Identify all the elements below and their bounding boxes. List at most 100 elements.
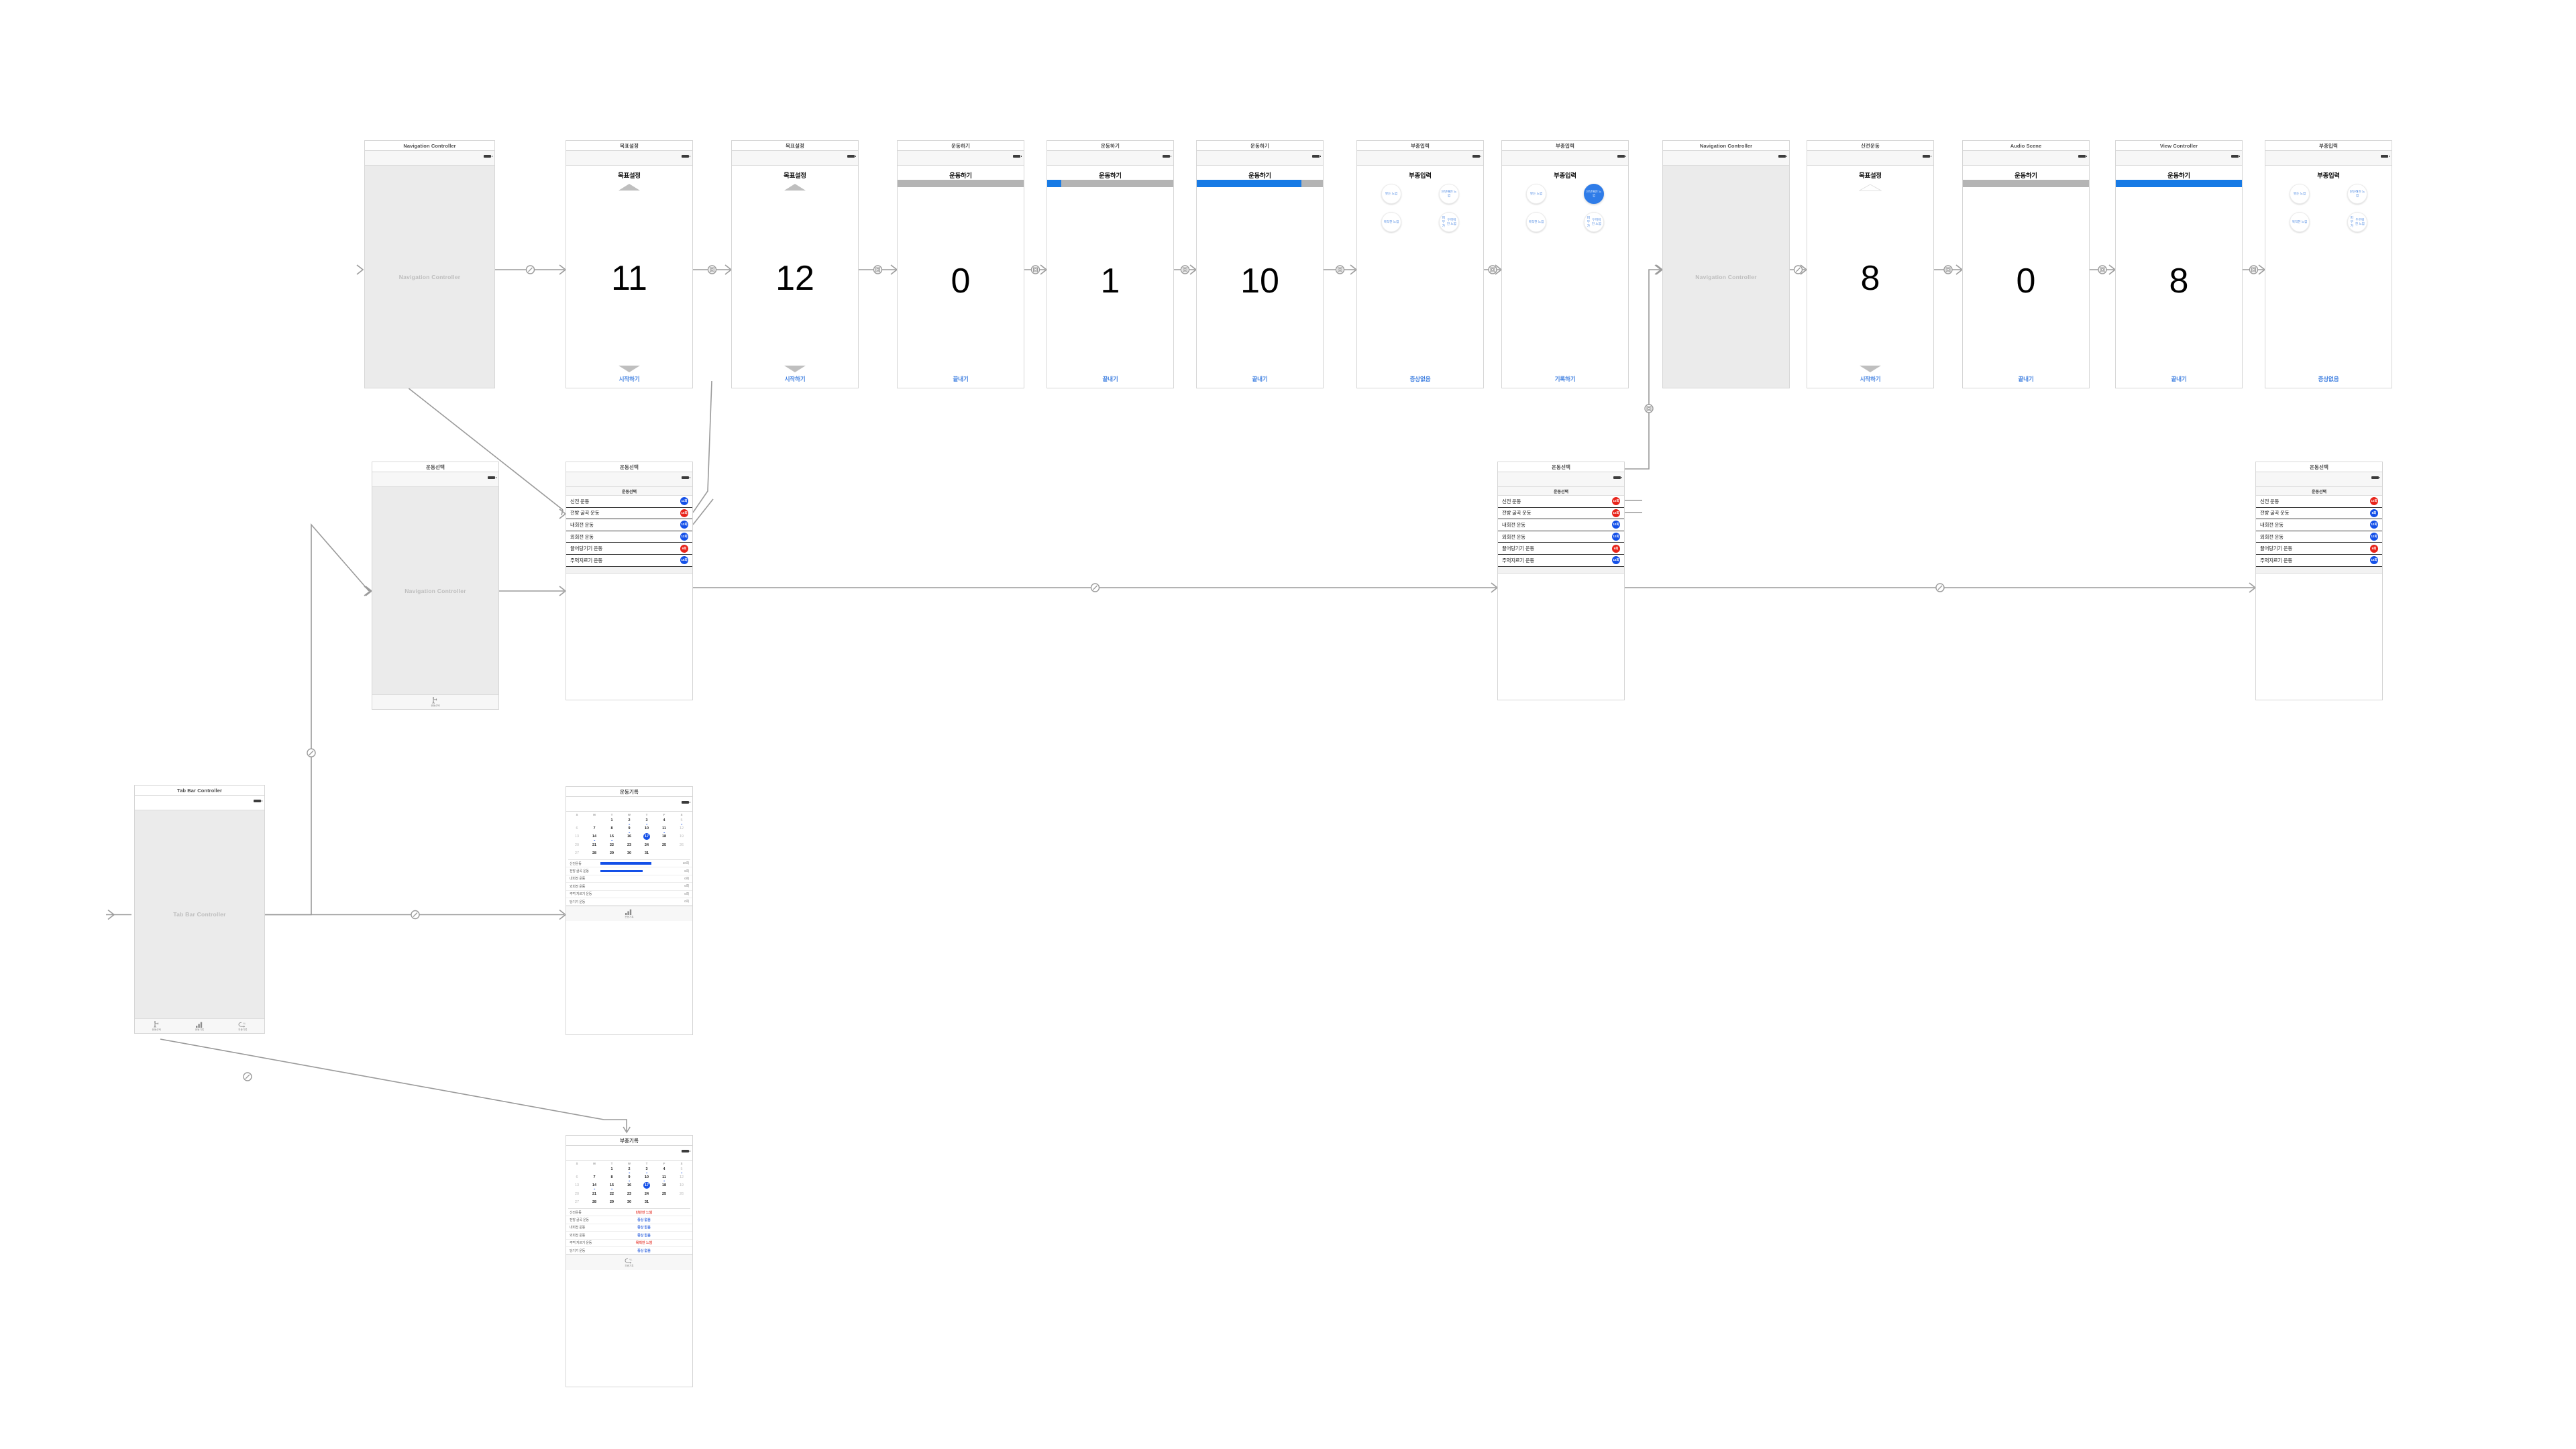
device-frame[interactable]: S M T W T F S 1 2 3 4 5 6 7 8 9 10 11 12 13 14 15 16 17 18 19 20 21… [566,1146,693,1387]
primary-action-button[interactable]: 끝내기 [1963,375,2089,388]
calendar-day[interactable]: 31 [638,849,655,857]
exercise-row-2[interactable]: 내회전 운동 12회 [566,519,692,531]
exercise-row-3[interactable]: 외회전 운동 12회 [1498,531,1624,543]
calendar-day[interactable]: 25 [655,1190,673,1198]
scene-list-c[interactable]: 운동선택 운동선택 신전 운동 10회 전방 굴곡 운동 8회 내회전 운동 1… [2255,462,2383,700]
calendar-day[interactable]: 23 [621,841,638,849]
scene-cal-edema[interactable]: 부종기록 S M T W T F S 1 2 3 4 5 6 7 8 9 10 11 12 13 14 15 16 17 18 1… [566,1135,693,1387]
calendar-day[interactable]: 28 [586,849,603,857]
calendar-day[interactable]: 16 [621,1181,638,1189]
device-frame[interactable]: 부종입력 붓는 느낌 단단해진 느낌 묵직한 느낌 피부가 두꺼워진 느낌 증상없음 [1356,151,1484,388]
scene-tabbarvc[interactable]: Tab Bar Controller Tab Bar Controller 운동… [134,785,265,1034]
primary-action-button[interactable]: 시작하기 [1807,375,1933,388]
exercise-row-3[interactable]: 외회전 운동 12회 [2256,531,2382,543]
primary-action-button[interactable]: 증상없음 [1357,375,1483,388]
calendar-day[interactable]: 10 [638,824,655,833]
exercise-list[interactable]: 신전 운동 11회 전방 굴곡 운동 10회 내회전 운동 12회 외회전 운동 [566,496,692,567]
tab-item-0[interactable]: 운동선택 [152,1021,161,1032]
device-frame[interactable]: 운동하기 0 끝내기 [1962,151,2090,388]
calendar-day[interactable] [586,1165,603,1173]
calendar-day[interactable]: 30 [621,849,638,857]
stepper-up-icon[interactable] [619,184,640,191]
exercise-row-4[interactable]: 끌어당기기 운동 9회 [566,543,692,555]
tab-item-1[interactable]: 운동기록 [625,909,634,919]
calendar-day[interactable]: 3 [638,816,655,825]
calendar-day[interactable]: 13 [568,833,586,841]
storyboard-canvas[interactable]: Navigation Controller Navigation Control… [0,0,2576,1449]
device-frame[interactable]: 운동하기 8 끝내기 [2115,151,2243,388]
calendar-day[interactable]: 21 [586,841,603,849]
edema-option-1[interactable]: 단단해진 느낌 [1584,184,1604,204]
exercise-list[interactable]: 신전 운동 10회 전방 굴곡 운동 8회 내회전 운동 12회 외회전 운동 [2256,496,2382,567]
calendar-day[interactable]: 20 [568,841,586,849]
calendar-day[interactable]: 21 [586,1190,603,1198]
device-frame[interactable]: S M T W T F S 1 2 3 4 5 6 7 8 9 10 11 12 13 14 15 16 17 18 19 20 21… [566,797,693,1035]
calendar-day[interactable]: 7 [586,1173,603,1181]
edema-option-0[interactable]: 붓는 느낌 [2290,184,2310,204]
tab-bar[interactable]: 운동선택 [372,694,498,709]
edema-option-1[interactable]: 단단해진 느낌 [2347,184,2367,204]
device-frame[interactable]: 부종입력 붓는 느낌 단단해진 느낌 묵직한 느낌 피부가 두꺼워진 느낌 증상없음 [2265,151,2392,388]
stepper-up-wrap[interactable] [732,180,858,191]
device-frame[interactable]: 운동하기 10 끝내기 [1196,151,1324,388]
calendar-day[interactable]: 22 [603,1190,621,1198]
exercise-row-5[interactable]: 주먹지르기 운동 15회 [1498,555,1624,567]
device-frame[interactable]: 목표설정 8 시작하기 [1807,151,1934,388]
exercise-row-2[interactable]: 내회전 운동 12회 [1498,519,1624,531]
calendar-day[interactable]: 30 [621,1198,638,1206]
scene-ex-10[interactable]: 운동하기 운동하기 10 끝내기 [1196,140,1324,388]
device-frame[interactable]: 운동하기 0 끝내기 [897,151,1024,388]
calendar-day[interactable] [655,1198,673,1206]
calendar-day[interactable] [568,816,586,824]
exercise-row-5[interactable]: 주먹지르기 운동 15회 [2256,555,2382,567]
device-frame[interactable]: 운동선택 신전 운동 11회 전방 굴곡 운동 10회 내회전 운동 12회 외… [566,472,693,700]
calendar-day[interactable]: 8 [603,1173,621,1181]
scene-cal-exercise[interactable]: 운동기록 S M T W T F S 1 2 3 4 5 6 7 8 9 10 11 12 13 14 15 16 17 18 1… [566,786,693,1035]
calendar-day[interactable]: 9 [621,824,638,833]
device-frame[interactable]: Navigation Controller [1662,151,1790,388]
edema-option-3[interactable]: 피부가 두꺼워진 느낌 [1584,212,1604,232]
edema-option-3[interactable]: 피부가 두꺼워진 느낌 [2347,212,2367,232]
stepper-up-wrap[interactable] [566,180,692,191]
calendar-day[interactable]: 3 [638,1165,655,1174]
calendar-day[interactable]: 11 [655,824,673,833]
tab-item-0[interactable]: 운동선택 [431,697,440,708]
primary-action-button[interactable]: 증상없음 [2265,375,2392,388]
scene-goal-11[interactable]: 목표설정 목표설정 11 시작하기 [566,140,693,388]
calendar-day[interactable]: 5 [673,1165,690,1174]
calendar-day[interactable]: 28 [586,1198,603,1206]
scene-edema-none[interactable]: 부종입력 부종입력 붓는 느낌 단단해진 느낌 묵직한 느낌 피부가 두꺼워진 느낌 증… [1356,140,1484,388]
device-frame[interactable]: 운동하기 1 끝내기 [1046,151,1174,388]
calendar-day[interactable] [568,1165,586,1173]
calendar-day[interactable]: 19 [673,833,690,841]
calendar-day-selected[interactable]: 17 [643,1182,650,1189]
calendar-day[interactable]: 27 [568,1198,586,1206]
primary-action-button[interactable]: 끝내기 [1047,375,1173,388]
edema-option-0[interactable]: 붓는 느낌 [1381,184,1401,204]
scene-nav-3[interactable]: 운동선택 Navigation Controller 운동선택 [372,462,499,710]
calendar-day[interactable]: 12 [673,824,690,833]
calendar-day[interactable]: 26 [673,1190,690,1198]
edema-option-0[interactable]: 붓는 느낌 [1526,184,1546,204]
tab-bar[interactable]: 부종기록 [566,1254,692,1271]
tab-item-2[interactable]: 부종기록 [238,1022,247,1032]
calendar-day[interactable]: 24 [638,841,655,849]
calendar-day[interactable]: 11 [655,1173,673,1182]
calendar-day[interactable] [655,849,673,857]
stepper-up-wrap[interactable] [1807,180,1933,191]
calendar-day[interactable]: 13 [568,1181,586,1189]
calendar-day[interactable]: 10 [638,1173,655,1181]
scene-nav-2[interactable]: Navigation Controller Navigation Control… [1662,140,1790,388]
exercise-row-1[interactable]: 전방 굴곡 운동 10회 [566,508,692,520]
scene-edema-none-2[interactable]: 부종입력 부종입력 붓는 느낌 단단해진 느낌 묵직한 느낌 피부가 두꺼워진 느낌 증… [2265,140,2392,388]
scene-ex-1[interactable]: 운동하기 운동하기 1 끝내기 [1046,140,1174,388]
calendar-day[interactable]: 4 [655,1165,673,1173]
calendar-day[interactable]: 6 [568,824,586,833]
calendar-day[interactable]: 1 [603,816,621,824]
primary-action-button[interactable]: 시작하기 [566,375,692,388]
calendar-day[interactable] [673,849,690,857]
calendar-day[interactable]: 8 [603,824,621,833]
calendar-day[interactable]: 18 [655,833,673,841]
scene-ex-0-b[interactable]: Audio Scene 운동하기 0 끝내기 [1962,140,2090,388]
device-frame[interactable]: 부종입력 붓는 느낌 단단해진 느낌 묵직한 느낌 피부가 두꺼워진 느낌 기록하기 [1501,151,1629,388]
